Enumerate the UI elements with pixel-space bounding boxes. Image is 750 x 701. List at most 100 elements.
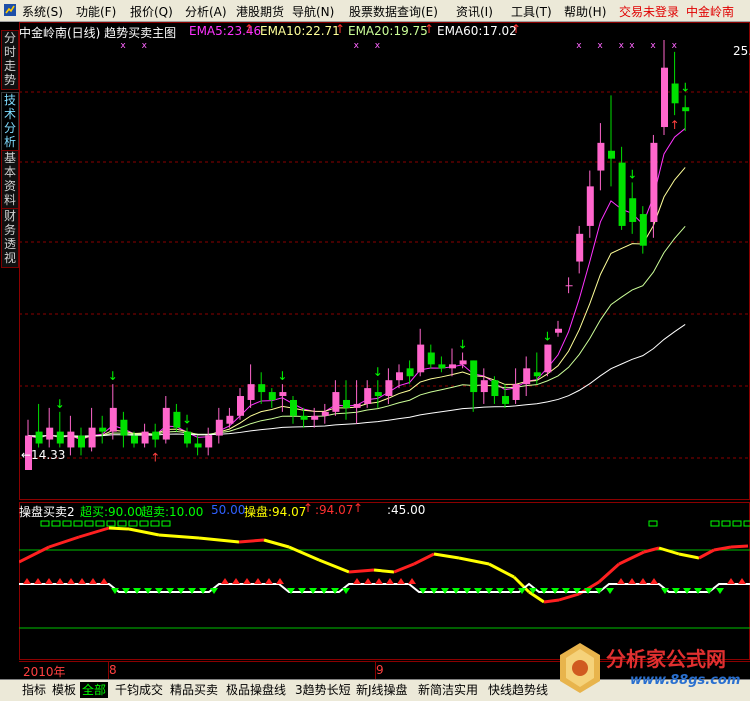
candle-up	[565, 285, 573, 287]
oscillator-segment	[318, 558, 350, 574]
menu-function[interactable]: 功能(F)	[76, 3, 116, 20]
indicator-panel[interactable]: 操盘买卖2 超买:90.00 超卖:10.00 50.00 操盘:94.07 ↑…	[18, 501, 750, 660]
candle-down	[671, 83, 679, 104]
menu-help[interactable]: 帮助(H)	[564, 3, 606, 20]
candle-up	[46, 427, 54, 440]
sell-signal-icon: ↓	[373, 365, 383, 379]
tab-intraday[interactable]: 分时走势	[1, 30, 19, 90]
tab-simple[interactable]: 新简洁实用	[416, 682, 480, 698]
signal-box	[62, 520, 72, 527]
oscillator-segment	[730, 544, 749, 549]
candle-down	[639, 214, 647, 246]
axis-month-9: 9	[376, 663, 384, 677]
tab-jipin[interactable]: 极品操盘线	[224, 682, 288, 698]
candle-down	[406, 368, 414, 377]
sell-signal-icon: ↓	[680, 80, 690, 94]
up-arrow-icon	[364, 578, 372, 584]
candle-down	[618, 162, 626, 226]
chart-border	[19, 22, 750, 500]
menu-tools[interactable]: 工具(T)	[511, 3, 552, 20]
ema60-up-arrow: ↑	[511, 22, 522, 36]
top-marker-icon: x	[120, 41, 126, 51]
up-arrow-icon	[727, 578, 735, 584]
oscillator-segment	[198, 536, 240, 544]
candle-up	[597, 142, 605, 171]
main-chart-panel[interactable]: ↓ ↓ ↓ ↓ ↓ ↓ ↓ ↓ ↓ ↑ ↑ x x x x x x x x x x 中金岭南(日线) 趋势买卖主图 EM…	[19, 22, 750, 500]
tab-indicator[interactable]: 指标	[20, 682, 48, 698]
watermark-url: www.88gs.com	[630, 673, 741, 688]
ema60-legend: EMA60:17.02	[437, 24, 517, 38]
signal-box	[648, 520, 658, 527]
candle-up	[555, 328, 562, 333]
menu-navigate[interactable]: 导航(N)	[292, 3, 334, 20]
up-arrow-icon	[353, 578, 361, 584]
top-marker-icon: x	[672, 41, 678, 51]
up-arrow-icon	[78, 578, 86, 584]
candle-down	[35, 431, 43, 444]
tab-all[interactable]: 全部	[80, 682, 109, 698]
signal-box	[128, 520, 138, 527]
top-marker-icon: x	[354, 41, 360, 51]
candle-down	[56, 431, 64, 444]
tab-template[interactable]: 模板	[50, 682, 78, 698]
up-arrow-icon	[23, 578, 31, 584]
candle-up	[544, 344, 552, 373]
candle-up	[279, 392, 287, 397]
high-price-label: 25.2	[733, 44, 750, 58]
candle-down	[268, 392, 276, 400]
candle-up	[205, 435, 213, 448]
caopan2-up-arrow: ↑	[353, 501, 364, 515]
candle-up	[661, 67, 668, 128]
candle-up	[523, 368, 531, 385]
candle-down	[120, 419, 128, 436]
tab-jingpin[interactable]: 精品买卖	[168, 682, 220, 698]
candle-down	[682, 107, 690, 112]
tab-fastline[interactable]: 快线趋势线	[486, 682, 550, 698]
candle-up	[480, 380, 488, 393]
tab-technical[interactable]: 技术分析	[1, 92, 19, 152]
up-arrow-icon	[617, 578, 625, 584]
candle-up	[141, 431, 149, 444]
up-arrow-icon	[639, 578, 647, 584]
menu-stock-data[interactable]: 股票数据查询(E)	[349, 3, 438, 20]
candle-down	[470, 360, 478, 393]
menu-analysis[interactable]: 分析(A)	[185, 3, 227, 20]
candle-down	[533, 372, 541, 377]
down-arrow-icon	[342, 588, 350, 594]
menu-quote[interactable]: 报价(Q)	[130, 3, 173, 20]
up-arrow-icon	[386, 578, 394, 584]
up-arrow-icon	[243, 578, 251, 584]
tab-3trend[interactable]: 3趋势长短	[293, 682, 353, 698]
overbought-label: 超买:90.00	[80, 505, 143, 519]
up-arrow-icon	[397, 578, 405, 584]
app-icon	[3, 3, 17, 17]
oscillator-segment	[393, 562, 415, 574]
candle-down	[78, 435, 85, 448]
stock-name: 中金岭南	[686, 5, 735, 19]
tab-newj[interactable]: 新J线操盘	[354, 682, 410, 698]
oversold-label: 超卖:10.00	[141, 505, 204, 519]
oscillator-segment	[413, 552, 435, 566]
ema10-up-arrow: ↑	[335, 22, 346, 36]
tab-basic-info[interactable]: 基本资料	[1, 150, 19, 210]
candle-up	[109, 407, 117, 432]
menu-info[interactable]: 资讯(I)	[456, 3, 493, 20]
candle-down	[502, 396, 509, 404]
sidebar: 分时走势 技术分析 基本资料 财务透视	[0, 22, 19, 678]
top-marker-icon: x	[597, 41, 603, 51]
candle-down	[491, 380, 499, 397]
oscillator-segment	[158, 533, 200, 540]
signal-box	[95, 520, 105, 527]
up-arrow-icon	[221, 578, 229, 584]
tab-qianjun[interactable]: 千钧成交	[113, 682, 165, 698]
up-arrow-icon	[650, 578, 658, 584]
ema20-up-arrow: ↑	[424, 22, 435, 36]
candle-up	[321, 411, 329, 416]
candle-up	[449, 364, 456, 369]
oscillator-segment	[48, 535, 80, 549]
up-arrow-icon	[89, 578, 97, 584]
menu-hk-futures[interactable]: 港股期货	[236, 3, 284, 20]
candle-up	[215, 419, 223, 436]
tab-financial[interactable]: 财务透视	[1, 208, 19, 268]
menu-system[interactable]: 系统(S)	[22, 3, 63, 20]
